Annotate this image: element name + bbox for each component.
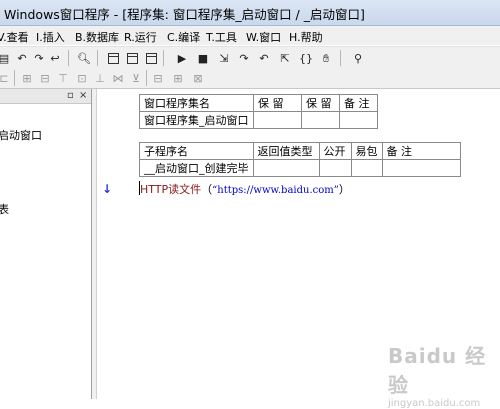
find-icon[interactable]: 🔍︎ [76,50,92,66]
code-open-paren: （ [201,183,213,196]
menu-run[interactable]: R.运行 [124,29,157,45]
col-remark: 备 注 [381,142,461,160]
layout-split-icon[interactable] [124,50,140,66]
brackets-icon[interactable]: {} [298,50,314,66]
align-middle-icon[interactable]: ⊡ [74,70,90,86]
align-toolbar: ⊏ ⊞ ⊟ ⊤ ⊡ ⊥ ⋈ ⊻ ⊟ ⊞ ⊠ [0,68,500,89]
cell-easy-package[interactable] [350,159,383,177]
cell-subprogram-name[interactable]: __启动窗口_创建完毕 [139,159,254,177]
toolbar-separator [340,50,341,66]
align-right-icon[interactable]: ⊟ [37,70,53,86]
window-title: Windows窗口程序 - [程序集: 窗口程序集_启动窗口 / _启动窗口] [4,7,365,22]
cell-return-type[interactable] [252,159,320,177]
toolbar-separator [163,50,164,66]
run-icon[interactable]: ▶ [174,50,190,66]
code-close-paren: ） [338,183,350,196]
col-reserved-1: 保 留 [253,94,302,112]
tree-item-table[interactable]: 表 [0,201,9,217]
align-left-icon[interactable]: ⊏ [0,70,12,86]
menu-tools[interactable]: T.工具 [206,29,237,45]
col-public: 公开 [318,142,352,160]
cell-reserved-2[interactable] [301,111,340,129]
space-horizontal-icon[interactable]: ⋈ [110,70,126,86]
menu-help[interactable]: H.帮助 [289,29,323,45]
toolbar-separator [14,70,15,86]
toolbar-separator [68,50,69,66]
code-gutter: ↓ [97,89,133,399]
title-bar: Windows窗口程序 - [程序集: 窗口程序集_启动窗口 / _启动窗口] [0,0,500,26]
tree-item-startup-window[interactable]: 启动窗口 [0,127,42,143]
toolbar-separator [146,70,147,86]
same-size-icon[interactable]: ⊠ [190,70,206,86]
col-subprogram-name: 子程序名 [139,142,254,160]
current-line-arrow-icon: ↓ [102,182,113,196]
code-url-argument: “https://www.baidu.com” [212,185,339,196]
col-return-type: 返回值类型 [252,142,320,160]
assembly-table: 窗口程序集名 保 留 保 留 备 注 窗口程序集_启动窗口 [139,94,378,129]
back-arrow-icon[interactable]: ↩ [47,50,63,66]
cell-reserved-1[interactable] [253,111,302,129]
code-line[interactable]: HTTP读文件（“https://www.baidu.com”） [140,181,350,197]
cell-remark[interactable] [339,111,378,129]
undo-icon[interactable]: ↶ [14,50,30,66]
step-over-icon[interactable]: ↷ [236,50,252,66]
project-panel: ▫ × 启动窗口 表 [0,89,92,399]
col-easy-package: 易包 [350,142,383,160]
step-back-icon[interactable]: ↶ [256,50,272,66]
space-vertical-icon[interactable]: ⊻ [128,70,144,86]
align-bottom-icon[interactable]: ⊥ [92,70,108,86]
hand-icon[interactable]: ✋︎ [318,50,334,66]
align-center-icon[interactable]: ⊞ [19,70,35,86]
redo-icon[interactable]: ↷ [31,50,47,66]
menu-view[interactable]: V.查看 [0,29,29,45]
layout-panel-icon[interactable] [105,50,121,66]
same-width-icon[interactable]: ⊟ [150,70,166,86]
watermark-brand: Baidu 经验 [388,344,487,397]
binoculars-icon[interactable]: ⚲ [350,50,366,66]
close-icon[interactable]: × [79,90,87,101]
menu-window[interactable]: W.窗口 [246,29,281,45]
subprogram-table: 子程序名 返回值类型 公开 易包 备 注 __启动窗口_创建完毕 [139,142,461,177]
menu-compile[interactable]: C.编译 [167,29,200,45]
toolbar-separator [97,50,98,66]
step-out-icon[interactable]: ⇱ [277,50,293,66]
same-height-icon[interactable]: ⊞ [170,70,186,86]
panel-header: ▫ × [0,89,91,104]
step-into-icon[interactable]: ⇲ [216,50,232,66]
layout-window-icon[interactable] [143,50,159,66]
col-remark: 备 注 [339,94,378,112]
col-reserved-2: 保 留 [301,94,340,112]
cell-public[interactable] [318,159,352,177]
menu-bar: V.查看 I.插入 B.数据库 R.运行 C.编译 T.工具 W.窗口 H.帮助 [0,26,500,45]
pin-icon[interactable]: ▫ [67,90,74,101]
code-command: HTTP读文件 [140,183,202,196]
menu-insert[interactable]: I.插入 [36,29,65,45]
menu-database[interactable]: B.数据库 [75,29,119,45]
stop-icon[interactable]: ■ [195,50,211,66]
cell-remark[interactable] [381,159,461,177]
col-assembly-name: 窗口程序集名 [139,94,254,112]
main-toolbar: ▤ ↶ ↷ ↩ 🔍︎ ▶ ■ ⇲ ↷ ↶ ⇱ {} ✋︎ ⚲ [0,46,500,69]
align-top-icon[interactable]: ⊤ [55,70,71,86]
paste-icon[interactable]: ▤ [0,50,12,66]
watermark-url: jingyan.baidu.com [388,398,481,409]
cell-assembly-name[interactable]: 窗口程序集_启动窗口 [139,111,254,129]
